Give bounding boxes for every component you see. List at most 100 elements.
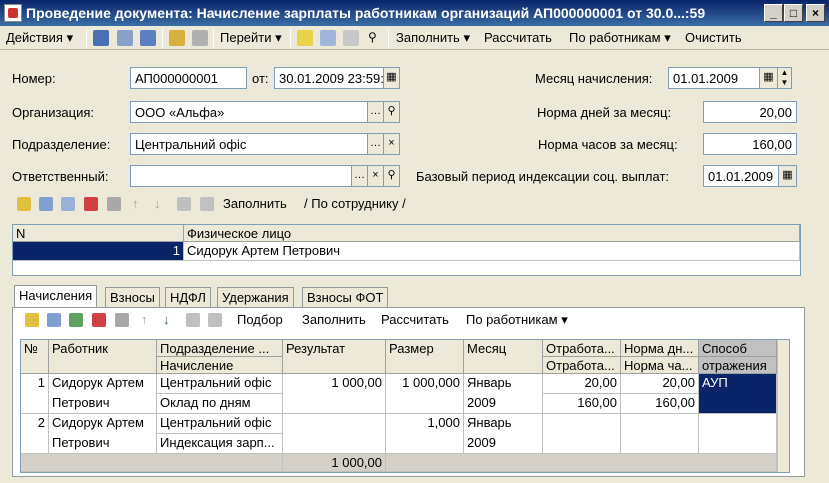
find-icon[interactable] bbox=[343, 30, 359, 46]
help-icon[interactable] bbox=[297, 30, 313, 46]
copy-icon[interactable] bbox=[192, 30, 208, 46]
spin-icon[interactable]: ▲ ▼ bbox=[778, 67, 792, 89]
organization-field[interactable]: ООО «Альфа» bbox=[130, 101, 368, 123]
row1-worker[interactable]: Сидорук Артем bbox=[49, 374, 157, 394]
document-icon[interactable] bbox=[117, 30, 133, 46]
persons-col-n[interactable]: N bbox=[13, 225, 184, 242]
add-row-icon[interactable] bbox=[25, 313, 39, 327]
row2-worker-2[interactable]: Петрович bbox=[49, 434, 157, 454]
col-method-2[interactable]: отражения bbox=[699, 357, 777, 374]
row2-month-2[interactable]: 2009 bbox=[464, 434, 543, 454]
accruals-by-employees-menu[interactable]: По работникам ▾ bbox=[466, 312, 568, 328]
row2-dept[interactable]: Центральний офіс bbox=[157, 414, 283, 434]
close-icon[interactable]: × bbox=[368, 165, 384, 187]
calendar-icon[interactable]: ▦ bbox=[384, 67, 400, 89]
row1-dept[interactable]: Центральний офіс bbox=[157, 374, 283, 394]
close-icon[interactable]: × bbox=[384, 133, 400, 155]
col-norm-days[interactable]: Норма дн... bbox=[621, 340, 699, 357]
row2-accrual[interactable]: Индексация зарп... bbox=[157, 434, 283, 454]
maximize-button[interactable]: □ bbox=[784, 4, 803, 22]
copy-row-icon[interactable] bbox=[47, 313, 61, 327]
persons-fill-button[interactable]: Заполнить bbox=[223, 196, 287, 211]
end-edit-icon[interactable] bbox=[115, 313, 129, 327]
clear-button[interactable]: Очистить bbox=[685, 30, 742, 45]
row1-month[interactable]: Январь bbox=[464, 374, 543, 394]
move-down-icon[interactable]: ↓ bbox=[154, 196, 161, 211]
row2-worked[interactable] bbox=[543, 414, 621, 454]
edit-row-icon[interactable] bbox=[61, 197, 75, 211]
date-field[interactable]: 30.01.2009 23:59:59 bbox=[274, 67, 384, 89]
col-size[interactable]: Размер bbox=[386, 340, 464, 374]
actions-menu[interactable]: Действия ▾ bbox=[6, 30, 73, 46]
row1-size[interactable]: 1 000,000 bbox=[386, 374, 464, 414]
sort-asc-icon[interactable] bbox=[186, 313, 200, 327]
sort-desc-icon[interactable] bbox=[200, 197, 214, 211]
persons-row-n[interactable]: 1 bbox=[13, 242, 184, 261]
row2-worker[interactable]: Сидорук Артем bbox=[49, 414, 157, 434]
row2-method[interactable] bbox=[699, 414, 777, 454]
move-down-icon[interactable]: ↓ bbox=[163, 312, 170, 327]
row2-month[interactable]: Январь bbox=[464, 414, 543, 434]
tab-fot-contributions[interactable]: Взносы ФОТ bbox=[302, 287, 389, 307]
tab-ndfl[interactable]: НДФЛ bbox=[165, 287, 211, 307]
goto-menu[interactable]: Перейти ▾ bbox=[220, 30, 282, 46]
accruals-fill-button[interactable]: Заполнить bbox=[302, 312, 366, 327]
move-up-icon[interactable]: ↑ bbox=[132, 196, 139, 211]
lock-icon[interactable] bbox=[169, 30, 185, 46]
row1-worker-2[interactable]: Петрович bbox=[49, 394, 157, 414]
sort-asc-icon[interactable] bbox=[177, 197, 191, 211]
list-icon[interactable] bbox=[320, 30, 336, 46]
move-up-icon[interactable]: ↑ bbox=[141, 312, 148, 327]
select-button[interactable]: Подбор bbox=[237, 312, 283, 327]
sort-desc-icon[interactable] bbox=[208, 313, 222, 327]
row1-month-2[interactable]: 2009 bbox=[464, 394, 543, 414]
refresh-icon[interactable] bbox=[140, 30, 156, 46]
persons-by-employee-button[interactable]: / По сотруднику / bbox=[304, 196, 406, 211]
arrow-left-icon[interactable] bbox=[93, 30, 109, 46]
col-accrual[interactable]: Начисление bbox=[157, 357, 283, 374]
base-period-field[interactable]: 01.01.2009 bbox=[703, 165, 779, 187]
col-method[interactable]: Способ bbox=[699, 340, 777, 357]
row1-norm-hours[interactable]: 160,00 bbox=[621, 394, 699, 414]
norm-hours-field[interactable]: 160,00 bbox=[703, 133, 797, 155]
persons-col-person[interactable]: Физическое лицо bbox=[184, 225, 800, 242]
close-button[interactable]: × bbox=[806, 4, 825, 22]
row2-n[interactable]: 2 bbox=[21, 414, 49, 454]
accruals-calculate-button[interactable]: Рассчитать bbox=[381, 312, 449, 327]
edit-row-icon[interactable] bbox=[69, 313, 83, 327]
row1-method[interactable]: АУП bbox=[699, 374, 777, 414]
col-dept[interactable]: Подразделение ... bbox=[157, 340, 283, 357]
calculate-button[interactable]: Рассчитать bbox=[484, 30, 552, 45]
row2-result[interactable] bbox=[283, 414, 386, 454]
row1-result[interactable]: 1 000,00 bbox=[283, 374, 386, 414]
col-n[interactable]: № bbox=[21, 340, 49, 374]
add-row-icon[interactable] bbox=[17, 197, 31, 211]
accruals-scrollbar[interactable] bbox=[777, 340, 789, 472]
row1-worked-hours[interactable]: 160,00 bbox=[543, 394, 621, 414]
tab-contributions[interactable]: Взносы bbox=[105, 287, 160, 307]
row2-norm[interactable] bbox=[621, 414, 699, 454]
responsible-field[interactable] bbox=[130, 165, 352, 187]
tab-deductions[interactable]: Удержания bbox=[217, 287, 294, 307]
by-employees-menu[interactable]: По работникам ▾ bbox=[569, 30, 671, 46]
search-icon[interactable]: ⚲ bbox=[368, 30, 377, 44]
col-worked-days[interactable]: Отработа... bbox=[543, 340, 621, 357]
delete-row-icon[interactable] bbox=[84, 197, 98, 211]
col-worker[interactable]: Работник bbox=[49, 340, 157, 374]
search-icon[interactable]: ⚲ bbox=[384, 101, 400, 123]
row1-worked-days[interactable]: 20,00 bbox=[543, 374, 621, 394]
row1-accrual[interactable]: Оклад по дням bbox=[157, 394, 283, 414]
fill-menu[interactable]: Заполнить ▾ bbox=[396, 30, 470, 46]
col-norm-hours[interactable]: Норма ча... bbox=[621, 357, 699, 374]
row2-size[interactable]: 1,000 bbox=[386, 414, 464, 454]
number-field[interactable]: АП000000001 bbox=[130, 67, 247, 89]
persons-row-person[interactable]: Сидорук Артем Петрович bbox=[184, 242, 800, 261]
month-field[interactable]: 01.01.2009 bbox=[668, 67, 760, 89]
search-icon[interactable]: ⚲ bbox=[384, 165, 400, 187]
calendar-icon[interactable]: ▦ bbox=[779, 165, 797, 187]
row1-norm-days[interactable]: 20,00 bbox=[621, 374, 699, 394]
tab-accruals[interactable]: Начисления bbox=[14, 285, 98, 308]
ellipsis-icon[interactable]: … bbox=[368, 133, 384, 155]
ellipsis-icon[interactable]: … bbox=[352, 165, 368, 187]
col-result[interactable]: Результат bbox=[283, 340, 386, 374]
